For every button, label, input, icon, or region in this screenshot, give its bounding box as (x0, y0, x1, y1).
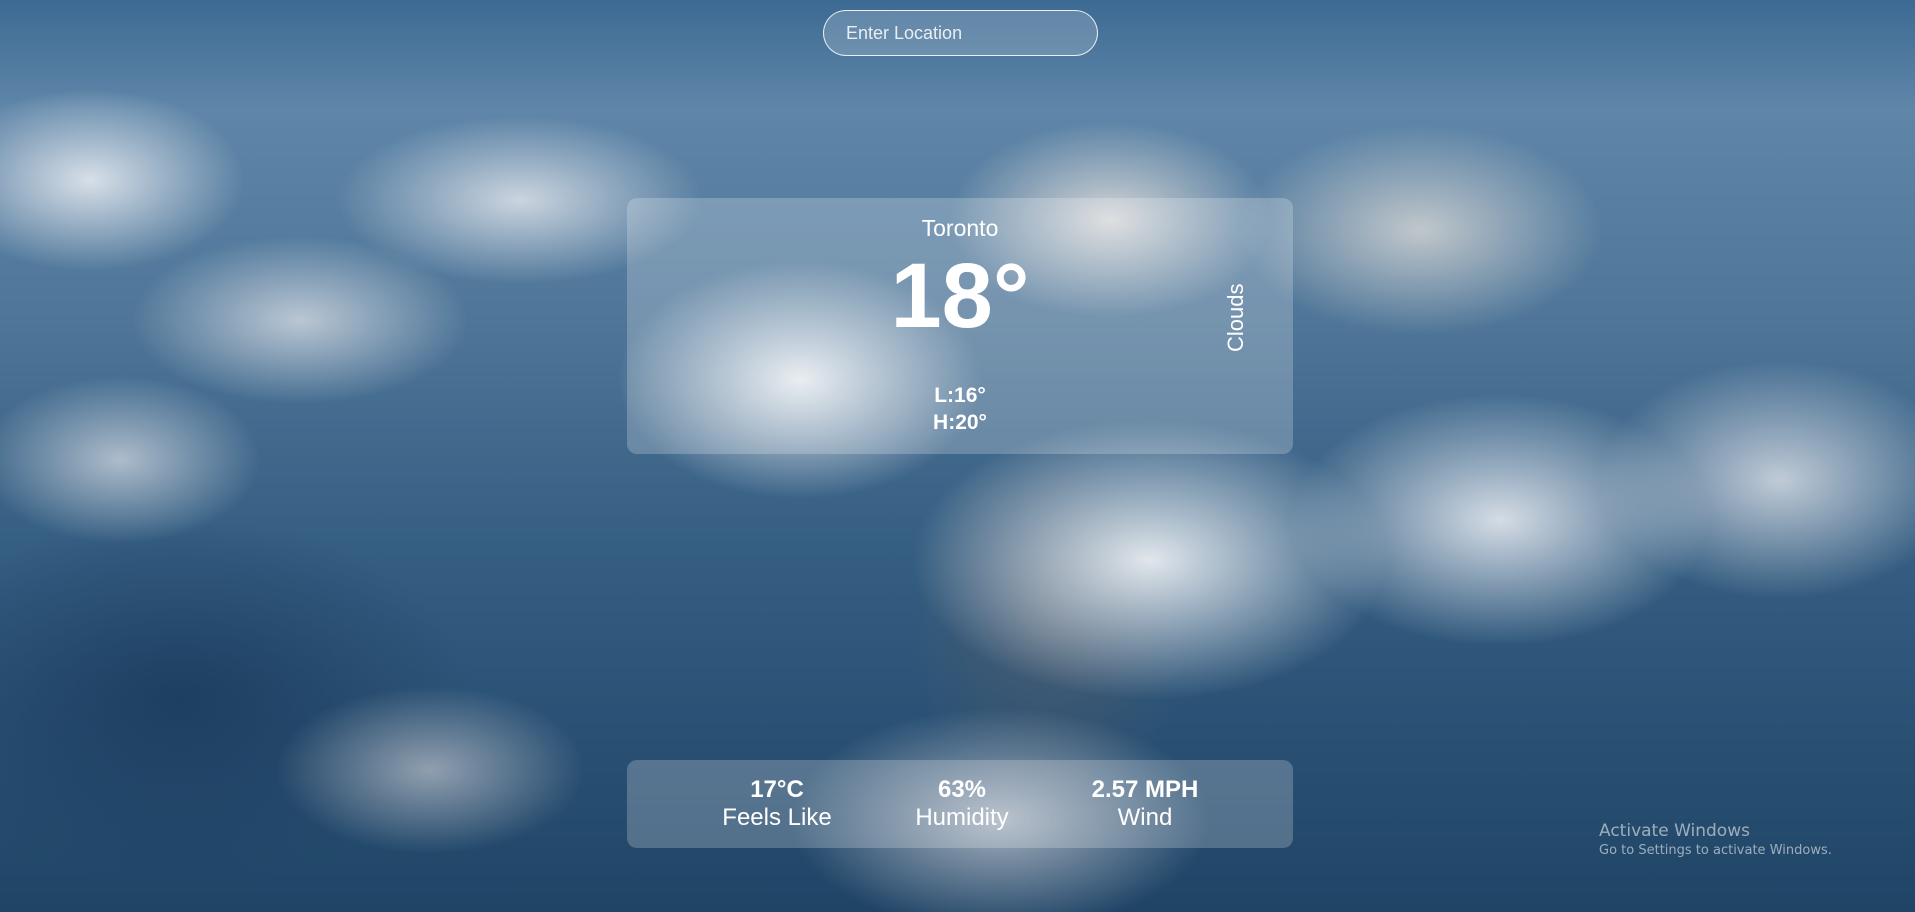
feels-like-label: Feels Like (722, 804, 832, 831)
weather-stats-card: 17°C Feels Like 63% Humidity 2.57 MPH Wi… (627, 760, 1293, 848)
feels-like-stat: 17°C Feels Like (692, 776, 862, 832)
search-bar (823, 10, 1098, 56)
wind-stat: 2.57 MPH Wind (1060, 776, 1230, 832)
weather-condition: Clouds (1223, 283, 1248, 353)
activate-windows-title: Activate Windows (1599, 821, 1750, 841)
wind-label: Wind (1117, 804, 1173, 831)
high-temperature: H:20° (933, 411, 987, 434)
activate-windows-subtitle: Go to Settings to activate Windows. (1599, 843, 1832, 858)
current-weather-card: Toronto 18° L:16° H:20° (627, 198, 1293, 454)
humidity-label: Humidity (915, 804, 1009, 831)
current-temperature: 18° (890, 245, 1030, 347)
humidity-value: 63% (937, 776, 987, 803)
location-search-input[interactable] (823, 10, 1098, 56)
activate-windows-watermark: Activate Windows Go to Settings to activ… (1599, 820, 1832, 860)
feels-like-value: 17°C (750, 776, 804, 803)
humidity-stat: 63% Humidity (877, 776, 1047, 832)
wind-value: 2.57 MPH (1091, 776, 1199, 803)
city-name: Toronto (921, 215, 999, 241)
low-temperature: L:16° (934, 384, 986, 407)
